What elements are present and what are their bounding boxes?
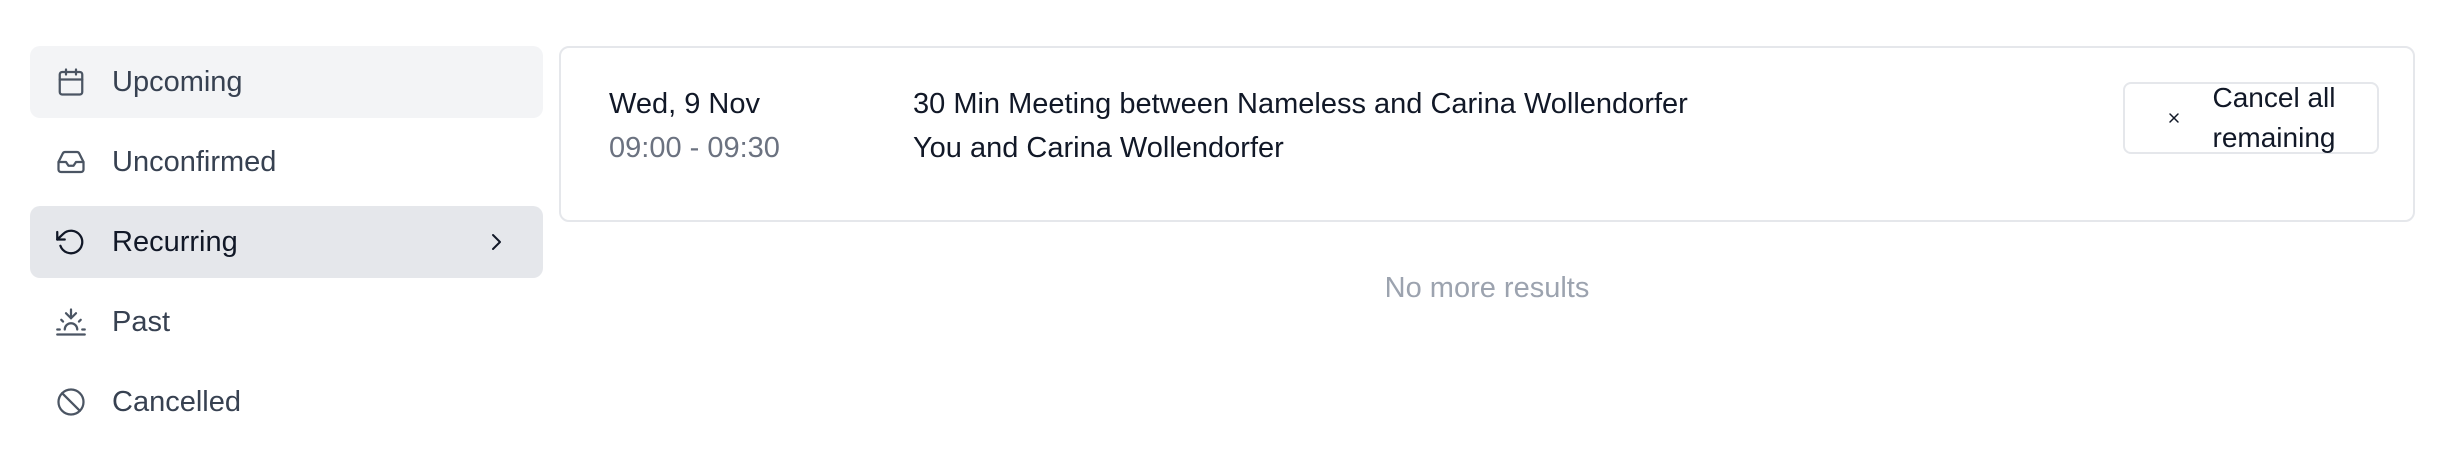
- booking-item[interactable]: Wed, 9 Nov 09:00 - 09:30 30 Min Meeting …: [559, 46, 2415, 222]
- rotate-ccw-icon: [54, 225, 88, 259]
- sidebar-item-unconfirmed[interactable]: Unconfirmed: [30, 126, 543, 198]
- cancel-all-remaining-button[interactable]: Cancel all remaining: [2123, 82, 2379, 154]
- sidebar-item-recurring[interactable]: Recurring: [30, 206, 543, 278]
- booking-time: 09:00 - 09:30: [609, 132, 780, 164]
- bookings-sidebar: Upcoming Unconfirmed Recurring Past Canc…: [30, 46, 543, 446]
- calendar-icon: [54, 65, 88, 99]
- bookings-page: Upcoming Unconfirmed Recurring Past Canc…: [0, 0, 2446, 474]
- sunset-icon: [54, 305, 88, 339]
- sidebar-item-label: Recurring: [112, 225, 238, 258]
- cancel-all-remaining-label: Cancel all remaining: [2212, 82, 2336, 153]
- no-more-results: No more results: [1384, 272, 1590, 304]
- sidebar-item-label: Unconfirmed: [112, 145, 277, 178]
- sidebar-item-label: Upcoming: [112, 65, 243, 98]
- booking-attendees: You and Carina Wollendorfer: [913, 132, 1284, 164]
- sidebar-item-past[interactable]: Past: [30, 286, 543, 358]
- sidebar-item-upcoming[interactable]: Upcoming: [30, 46, 543, 118]
- close-icon: [2161, 105, 2187, 131]
- sidebar-item-label: Cancelled: [112, 385, 241, 418]
- booking-date: Wed, 9 Nov: [609, 88, 760, 120]
- inbox-icon: [54, 145, 88, 179]
- sidebar-item-cancelled[interactable]: Cancelled: [30, 366, 543, 438]
- ban-icon: [54, 385, 88, 419]
- sidebar-item-label: Past: [112, 305, 171, 338]
- booking-title[interactable]: 30 Min Meeting between Nameless and Cari…: [913, 88, 1688, 121]
- bookings-list: Wed, 9 Nov 09:00 - 09:30 30 Min Meeting …: [559, 46, 2415, 304]
- chevron-right-icon: [483, 229, 509, 255]
